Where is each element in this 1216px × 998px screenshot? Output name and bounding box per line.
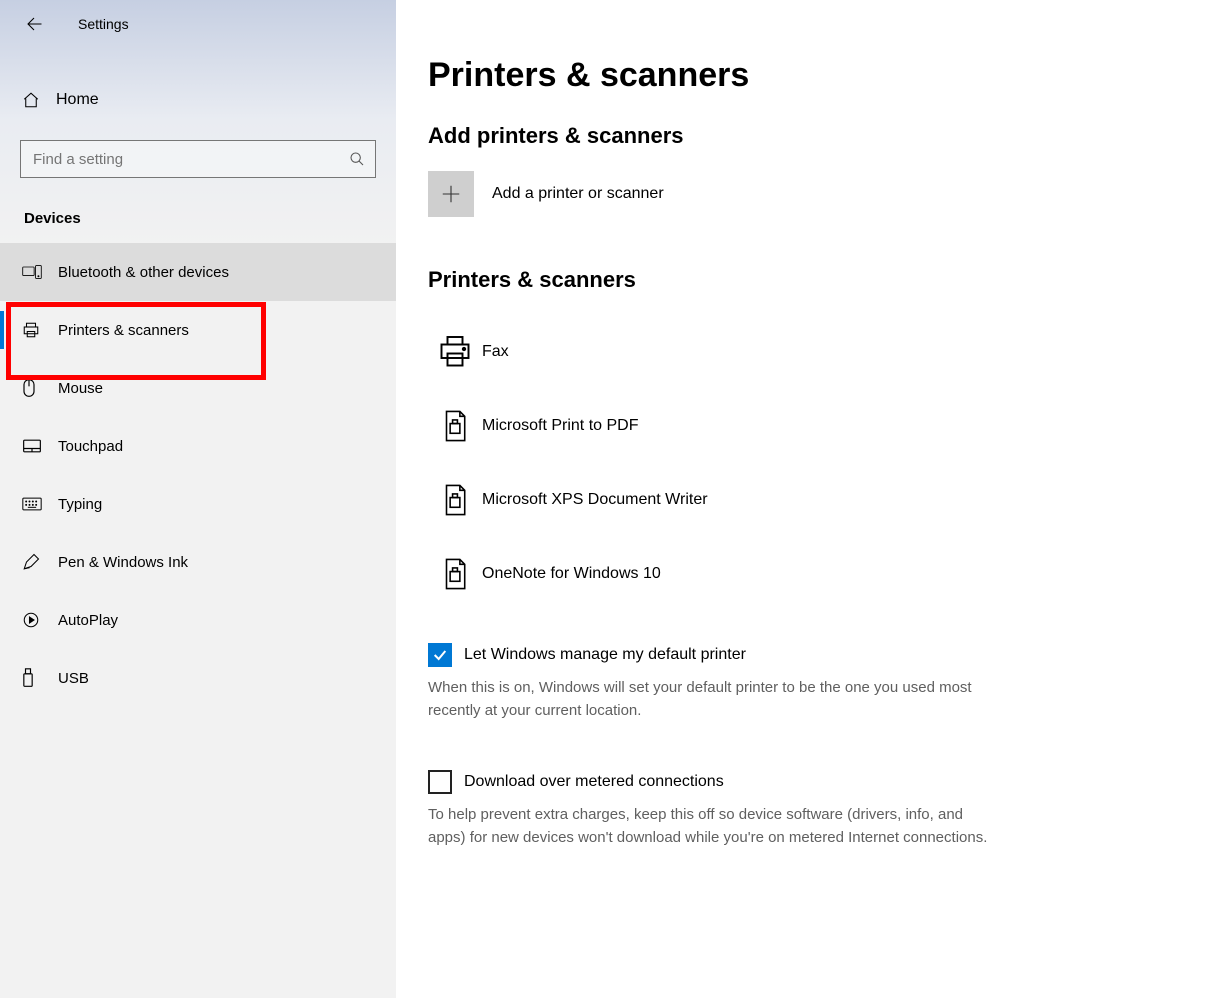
- devices-icon: [22, 264, 42, 280]
- mouse-icon: [22, 378, 36, 398]
- check-icon: [432, 647, 448, 663]
- option-default-printer: Let Windows manage my default printer Wh…: [428, 643, 988, 722]
- document-printer-icon: [440, 557, 470, 591]
- usb-icon: [22, 668, 34, 688]
- sidebar-item-bluetooth[interactable]: Bluetooth & other devices: [0, 243, 396, 301]
- search-box[interactable]: [20, 140, 376, 178]
- sidebar: Settings Home Devices Bluetooth & other …: [0, 0, 396, 998]
- checkbox-default-printer[interactable]: Let Windows manage my default printer: [428, 643, 988, 667]
- home-label: Home: [56, 91, 99, 109]
- sidebar-item-label: Mouse: [58, 380, 103, 397]
- add-printer-label: Add a printer or scanner: [492, 185, 664, 203]
- document-printer-icon: [440, 409, 470, 443]
- option-description: To help prevent extra charges, keep this…: [428, 804, 988, 849]
- plus-icon: [440, 183, 462, 205]
- category-label: Devices: [24, 210, 396, 227]
- sidebar-item-pen[interactable]: Pen & Windows Ink: [0, 533, 396, 591]
- back-button[interactable]: [18, 8, 50, 40]
- back-arrow-icon: [25, 15, 43, 33]
- sidebar-item-label: Typing: [58, 496, 102, 513]
- sidebar-item-usb[interactable]: USB: [0, 649, 396, 707]
- home-icon: [22, 91, 40, 109]
- pen-icon: [22, 553, 40, 571]
- app-title: Settings: [78, 16, 129, 32]
- printer-name: Fax: [482, 343, 509, 361]
- sidebar-item-label: USB: [58, 670, 89, 687]
- sidebar-item-label: Touchpad: [58, 438, 123, 455]
- main-content: Printers & scanners Add printers & scann…: [396, 0, 1216, 998]
- printer-device-icon: [437, 334, 473, 370]
- sidebar-item-printers[interactable]: Printers & scanners: [0, 301, 396, 359]
- printer-item-xps[interactable]: Microsoft XPS Document Writer: [428, 463, 1216, 537]
- checkbox[interactable]: [428, 770, 452, 794]
- sidebar-item-typing[interactable]: Typing: [0, 475, 396, 533]
- section-list-heading: Printers & scanners: [428, 267, 1216, 293]
- printer-item-onenote[interactable]: OneNote for Windows 10: [428, 537, 1216, 611]
- printer-name: OneNote for Windows 10: [482, 565, 661, 583]
- sidebar-item-label: Pen & Windows Ink: [58, 554, 188, 571]
- plus-button[interactable]: [428, 171, 474, 217]
- section-add-heading: Add printers & scanners: [428, 123, 1216, 149]
- printer-name: Microsoft XPS Document Writer: [482, 491, 708, 509]
- printer-item-fax[interactable]: Fax: [428, 315, 1216, 389]
- printer-icon: [22, 321, 40, 339]
- keyboard-icon: [22, 497, 42, 511]
- add-printer-button[interactable]: Add a printer or scanner: [428, 171, 1216, 217]
- printer-name: Microsoft Print to PDF: [482, 417, 638, 435]
- checkbox[interactable]: [428, 643, 452, 667]
- sidebar-item-label: AutoPlay: [58, 612, 118, 629]
- sidebar-nav: Bluetooth & other devices Printers & sca…: [0, 243, 396, 707]
- document-printer-icon: [440, 483, 470, 517]
- page-title: Printers & scanners: [428, 56, 1216, 95]
- printer-list: Fax Microsoft Print to PDF Microsoft XPS…: [428, 315, 1216, 611]
- printer-item-pdf[interactable]: Microsoft Print to PDF: [428, 389, 1216, 463]
- sidebar-item-touchpad[interactable]: Touchpad: [0, 417, 396, 475]
- sidebar-item-mouse[interactable]: Mouse: [0, 359, 396, 417]
- sidebar-item-autoplay[interactable]: AutoPlay: [0, 591, 396, 649]
- sidebar-item-home[interactable]: Home: [0, 78, 396, 122]
- checkbox-label: Let Windows manage my default printer: [464, 646, 746, 664]
- option-description: When this is on, Windows will set your d…: [428, 677, 988, 722]
- checkbox-metered[interactable]: Download over metered connections: [428, 770, 988, 794]
- autoplay-icon: [22, 611, 40, 629]
- titlebar: Settings: [0, 0, 396, 48]
- sidebar-item-label: Printers & scanners: [58, 322, 189, 339]
- option-metered: Download over metered connections To hel…: [428, 770, 988, 849]
- sidebar-item-label: Bluetooth & other devices: [58, 264, 229, 281]
- touchpad-icon: [22, 438, 42, 454]
- search-input[interactable]: [31, 150, 349, 169]
- checkbox-label: Download over metered connections: [464, 773, 724, 791]
- search-icon: [349, 151, 365, 167]
